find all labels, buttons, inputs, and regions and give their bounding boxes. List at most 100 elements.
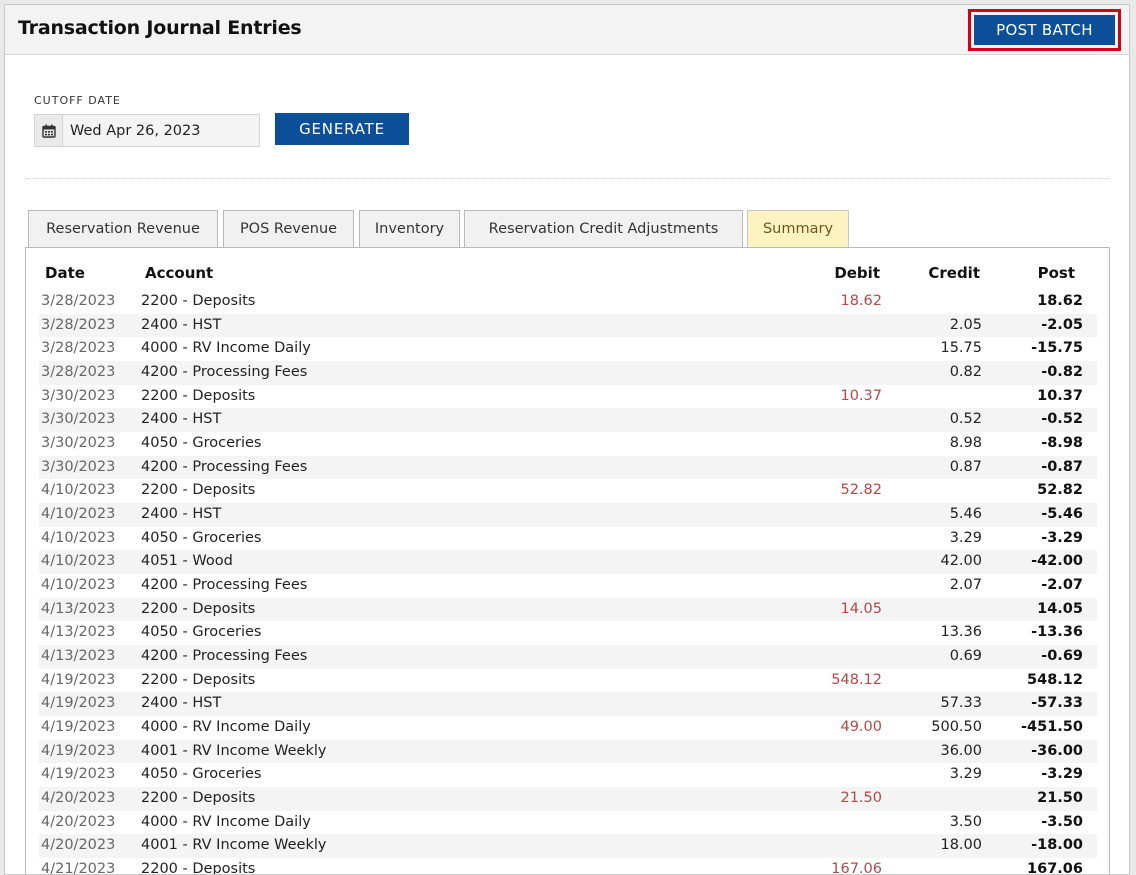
page-title: Transaction Journal Entries bbox=[18, 17, 302, 39]
cell-account: 4200 - Processing Fees bbox=[141, 577, 308, 594]
cell-date: 4/10/2023 bbox=[41, 506, 116, 523]
cell-date: 3/28/2023 bbox=[41, 364, 116, 381]
cell-post: -5.46 bbox=[1041, 506, 1083, 523]
cell-post: -451.50 bbox=[1021, 719, 1083, 736]
cell-post: 52.82 bbox=[1037, 482, 1083, 499]
cell-post: 21.50 bbox=[1037, 790, 1083, 807]
cell-post: -3.29 bbox=[1041, 529, 1083, 546]
table-row: 4/10/2023 4051 - Wood 42.00 -42.00 bbox=[39, 550, 1097, 575]
tab-summary[interactable]: Summary bbox=[747, 210, 849, 247]
table-row: 4/13/2023 4050 - Groceries 13.36 -13.36 bbox=[39, 621, 1097, 645]
post-batch-highlight: POST BATCH bbox=[968, 9, 1121, 51]
cell-account: 2200 - Deposits bbox=[141, 600, 256, 617]
cell-post: 14.05 bbox=[1037, 600, 1083, 617]
cell-date: 4/19/2023 bbox=[41, 766, 116, 783]
table-row: 3/28/2023 2200 - Deposits 18.62 18.62 bbox=[39, 290, 1097, 314]
cell-post: -3.50 bbox=[1041, 813, 1083, 830]
table-row: 4/20/2023 2200 - Deposits 21.50 21.50 bbox=[39, 787, 1097, 811]
cell-post: -0.82 bbox=[1041, 364, 1083, 381]
cell-post: -36.00 bbox=[1031, 742, 1083, 759]
table-row: 4/10/2023 2200 - Deposits 52.82 52.82 bbox=[39, 479, 1097, 503]
cutoff-date-field[interactable]: Wed Apr 26, 2023 bbox=[34, 114, 260, 147]
cell-credit: 2.05 bbox=[949, 316, 982, 333]
tab-reservation-credit-adjustments[interactable]: Reservation Credit Adjustments bbox=[464, 210, 743, 247]
cell-account: 2400 - HST bbox=[141, 506, 222, 523]
cell-date: 4/20/2023 bbox=[41, 790, 116, 807]
table-row: 4/20/2023 4001 - RV Income Weekly 18.00 -18… bbox=[39, 834, 1097, 859]
cell-credit: 3.29 bbox=[949, 529, 982, 546]
cell-post: -2.07 bbox=[1041, 577, 1083, 594]
cell-credit: 42.00 bbox=[940, 553, 982, 570]
cell-date: 4/20/2023 bbox=[41, 837, 116, 854]
cell-credit: 3.29 bbox=[949, 766, 982, 783]
tab-pos-revenue[interactable]: POS Revenue bbox=[223, 210, 354, 247]
cell-post: -15.75 bbox=[1031, 340, 1083, 357]
cell-credit: 13.36 bbox=[940, 624, 982, 641]
cell-account: 4001 - RV Income Weekly bbox=[141, 837, 327, 854]
cell-credit: 18.00 bbox=[940, 837, 982, 854]
cell-post: 167.06 bbox=[1027, 861, 1083, 875]
cell-date: 4/13/2023 bbox=[41, 600, 116, 617]
cell-date: 4/20/2023 bbox=[41, 813, 116, 830]
cell-debit: 14.05 bbox=[840, 600, 882, 617]
cell-debit: 21.50 bbox=[840, 790, 882, 807]
cell-date: 4/13/2023 bbox=[41, 624, 116, 641]
cell-debit: 18.62 bbox=[840, 293, 882, 309]
column-header-post: Post bbox=[1037, 264, 1075, 282]
cell-account: 2400 - HST bbox=[141, 695, 222, 712]
cutoff-date-value[interactable]: Wed Apr 26, 2023 bbox=[63, 115, 259, 146]
table-row: 4/19/2023 4000 - RV Income Daily 49.00 500.… bbox=[39, 716, 1097, 740]
generate-button[interactable]: GENERATE bbox=[275, 113, 409, 145]
tab-inventory[interactable]: Inventory bbox=[359, 210, 460, 247]
table-row: 3/28/2023 2400 - HST 2.05 -2.05 bbox=[39, 313, 1097, 338]
cell-account: 2400 - HST bbox=[141, 316, 222, 333]
cell-post: -2.05 bbox=[1041, 316, 1083, 333]
table-body: 3/28/2023 2200 - Deposits 18.62 18.62 3/28/2… bbox=[39, 290, 1097, 875]
cell-date: 3/28/2023 bbox=[41, 316, 116, 333]
cell-account: 4050 - Groceries bbox=[141, 435, 262, 452]
cell-date: 3/28/2023 bbox=[41, 293, 116, 309]
cell-account: 2200 - Deposits bbox=[141, 387, 256, 404]
cell-credit: 36.00 bbox=[940, 742, 982, 759]
cell-date: 3/30/2023 bbox=[41, 435, 116, 452]
cell-post: -42.00 bbox=[1031, 553, 1083, 570]
section-divider bbox=[25, 178, 1109, 179]
cell-post: -0.69 bbox=[1041, 648, 1083, 665]
table-row: 4/19/2023 4050 - Groceries 3.29 -3.29 bbox=[39, 763, 1097, 787]
tab-reservation-revenue[interactable]: Reservation Revenue bbox=[28, 210, 218, 247]
cell-post: -0.87 bbox=[1041, 458, 1083, 475]
cell-debit: 10.37 bbox=[840, 387, 882, 404]
cell-credit: 3.50 bbox=[949, 813, 982, 830]
cell-credit: 2.07 bbox=[949, 577, 982, 594]
cell-date: 4/10/2023 bbox=[41, 482, 116, 499]
post-batch-button[interactable]: POST BATCH bbox=[974, 15, 1115, 45]
cell-post: -57.33 bbox=[1031, 695, 1083, 712]
cell-date: 4/19/2023 bbox=[41, 719, 116, 736]
cell-account: 4200 - Processing Fees bbox=[141, 458, 308, 475]
cell-account: 4000 - RV Income Daily bbox=[141, 719, 311, 736]
cutoff-date-label: CUTOFF DATE bbox=[34, 94, 121, 107]
cell-post: -0.52 bbox=[1041, 411, 1083, 428]
cell-post: -18.00 bbox=[1031, 837, 1083, 854]
cell-account: 4051 - Wood bbox=[141, 553, 233, 570]
cell-date: 4/19/2023 bbox=[41, 671, 116, 688]
cell-debit: 52.82 bbox=[840, 482, 882, 499]
table-row: 4/19/2023 2400 - HST 57.33 -57.33 bbox=[39, 692, 1097, 717]
cell-date: 4/10/2023 bbox=[41, 529, 116, 546]
cell-account: 4000 - RV Income Daily bbox=[141, 813, 311, 830]
table-row: 3/28/2023 4200 - Processing Fees 0.82 -0.82 bbox=[39, 361, 1097, 385]
cell-account: 2200 - Deposits bbox=[141, 790, 256, 807]
calendar-icon[interactable] bbox=[35, 115, 63, 146]
table-row: 4/10/2023 4200 - Processing Fees 2.07 -2.07 bbox=[39, 574, 1097, 598]
cell-post: -13.36 bbox=[1031, 624, 1083, 641]
cell-credit: 0.52 bbox=[949, 411, 982, 428]
cell-credit: 5.46 bbox=[949, 506, 982, 523]
cell-debit: 167.06 bbox=[831, 861, 882, 875]
table-header: Date Account Debit Credit Post bbox=[39, 264, 1099, 286]
cell-date: 3/30/2023 bbox=[41, 458, 116, 475]
table-row: 4/21/2023 2200 - Deposits 167.06 167.06 bbox=[39, 858, 1097, 875]
cell-post: -8.98 bbox=[1041, 435, 1083, 452]
table-row: 4/13/2023 4200 - Processing Fees 0.69 -0.69 bbox=[39, 645, 1097, 669]
cell-credit: 15.75 bbox=[940, 340, 982, 357]
table-row: 4/10/2023 2400 - HST 5.46 -5.46 bbox=[39, 503, 1097, 527]
